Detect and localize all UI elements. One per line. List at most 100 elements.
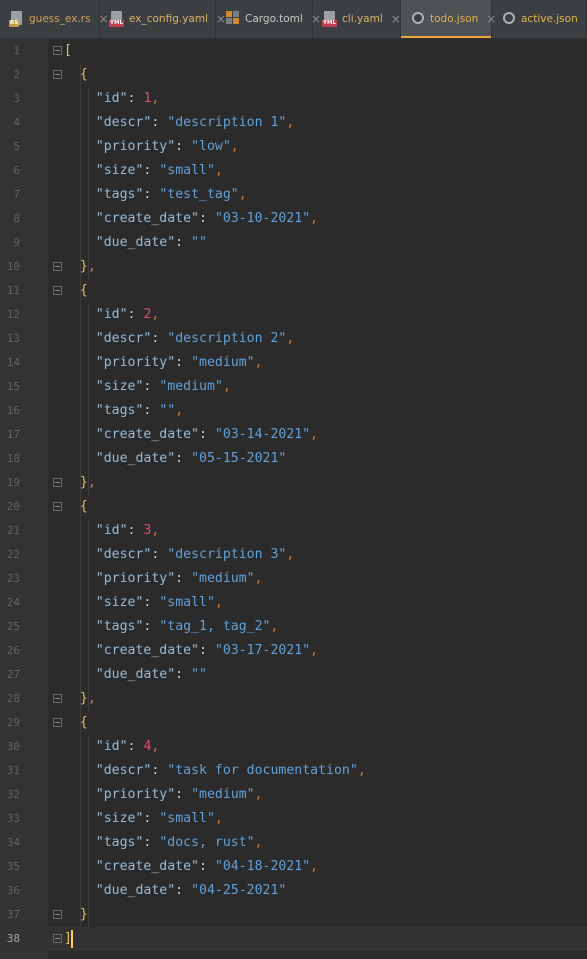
line-number: 6	[13, 164, 20, 177]
code-text: "priority": "low",	[95, 139, 239, 154]
code-text: "create_date": "03-14-2021",	[95, 427, 319, 442]
fold-toggle-icon[interactable]	[53, 46, 62, 55]
tab-active-json[interactable]: active.json×	[492, 0, 587, 38]
fold-toggle-icon[interactable]	[53, 502, 62, 511]
line-number: 18	[6, 452, 20, 465]
code-text: "descr": "description 2",	[95, 331, 295, 346]
tab-cargo-toml[interactable]: Cargo.toml ×	[216, 0, 321, 38]
indent-guide	[80, 63, 81, 927]
line-number: 3	[13, 92, 20, 105]
code-text: {	[79, 67, 88, 82]
code-text: "id": 4,	[95, 739, 160, 754]
line-number: 34	[6, 836, 20, 849]
code-text: "priority": "medium",	[95, 355, 263, 370]
line-number: 2	[13, 68, 20, 81]
line-number: 24	[6, 596, 20, 609]
line-number: 17	[6, 428, 20, 441]
code-line[interactable]: 20 {	[0, 495, 587, 519]
code-text: [	[64, 43, 72, 58]
line-number: 21	[6, 524, 20, 537]
line-number: 22	[6, 548, 20, 561]
line-number: 31	[6, 764, 20, 777]
fold-toggle-icon[interactable]	[53, 934, 62, 943]
code-text: "id": 2,	[95, 307, 160, 322]
line-number: 5	[13, 140, 20, 153]
indent-guide	[88, 735, 89, 927]
fold-toggle-icon[interactable]	[53, 694, 62, 703]
code-text: "descr": "description 3",	[95, 547, 295, 562]
line-number: 9	[13, 236, 20, 249]
line-number: 38	[6, 932, 20, 945]
code-text: "id": 1,	[95, 91, 160, 106]
code-line[interactable]: 1[	[0, 39, 587, 63]
line-number: 16	[6, 404, 20, 417]
fold-toggle-icon[interactable]	[53, 262, 62, 271]
tab-label: active.json	[521, 13, 578, 25]
indent-guide	[88, 519, 89, 711]
line-number: 11	[6, 284, 20, 297]
line-number: 36	[6, 884, 20, 897]
json-file-icon	[502, 11, 516, 27]
code-line[interactable]: 38]	[0, 927, 587, 951]
code-text: "tags": "docs, rust",	[95, 835, 263, 850]
line-number: 35	[6, 860, 20, 873]
code-text: "size": "medium",	[95, 379, 231, 394]
text-caret	[71, 930, 73, 948]
code-line[interactable]: 29 {	[0, 711, 587, 735]
tab-label: cli.yaml	[342, 13, 383, 25]
code-line[interactable]: 2 {	[0, 63, 587, 87]
fold-toggle-icon[interactable]	[53, 70, 62, 79]
code-text: "descr": "task for documentation",	[95, 763, 366, 778]
rust-file-icon: RS	[9, 11, 24, 27]
yaml-file-icon: YML	[322, 11, 337, 27]
toml-file-icon	[226, 11, 240, 27]
line-number: 30	[6, 740, 20, 753]
code-text: "create_date": "04-18-2021",	[95, 859, 319, 874]
fold-toggle-icon[interactable]	[53, 718, 62, 727]
indent-guide	[88, 303, 89, 495]
indent-guide	[88, 87, 89, 279]
line-number: 13	[6, 332, 20, 345]
line-number: 12	[6, 308, 20, 321]
code-text: {	[79, 715, 88, 730]
code-text: "due_date": ""	[95, 235, 207, 250]
code-text: "due_date": "05-15-2021"	[95, 451, 287, 466]
line-number: 27	[6, 668, 20, 681]
line-number: 19	[6, 476, 20, 489]
fold-toggle-icon[interactable]	[53, 286, 62, 295]
editor-tab-bar: RS guess_ex.rs × YML ex_config.yaml × Cargo.to…	[0, 0, 587, 39]
line-number: 15	[6, 380, 20, 393]
code-text: "tags": "tag_1, tag_2",	[95, 619, 279, 634]
tab-label: todo.json	[430, 13, 479, 25]
tab-todo-json[interactable]: todo.json ×	[401, 0, 496, 38]
code-line[interactable]: 11 {	[0, 279, 587, 303]
tab-ex-config-yaml[interactable]: YML ex_config.yaml ×	[100, 0, 226, 38]
code-text: "priority": "medium",	[95, 571, 263, 586]
line-number: 14	[6, 356, 20, 369]
code-text: "create_date": "03-10-2021",	[95, 211, 319, 226]
line-number: 7	[13, 188, 20, 201]
line-number: 25	[6, 620, 20, 633]
code-text: }	[79, 907, 88, 922]
code-text: {	[79, 499, 88, 514]
code-text: "due_date": ""	[95, 667, 207, 682]
code-editor[interactable]: 1[2 {3 "id": 1, 4 "descr": "description 1…	[0, 39, 587, 959]
tab-label: Cargo.toml	[245, 13, 303, 25]
line-number: 10	[6, 260, 20, 273]
line-number: 29	[6, 716, 20, 729]
tab-cli-yaml[interactable]: YML cli.yaml ×	[313, 0, 401, 38]
code-text: "tags": "",	[95, 403, 184, 418]
yaml-file-icon: YML	[109, 11, 124, 27]
fold-toggle-icon[interactable]	[53, 910, 62, 919]
line-number: 26	[6, 644, 20, 657]
fold-toggle-icon[interactable]	[53, 478, 62, 487]
code-text: "descr": "description 1",	[95, 115, 295, 130]
line-number: 4	[13, 116, 20, 129]
tab-label: ex_config.yaml	[129, 13, 209, 25]
line-number: 23	[6, 572, 20, 585]
close-icon[interactable]: ×	[391, 12, 401, 26]
line-number: 37	[6, 908, 20, 921]
line-number: 33	[6, 812, 20, 825]
line-number: 20	[6, 500, 20, 513]
tab-guess-ex-rs[interactable]: RS guess_ex.rs ×	[0, 0, 109, 38]
